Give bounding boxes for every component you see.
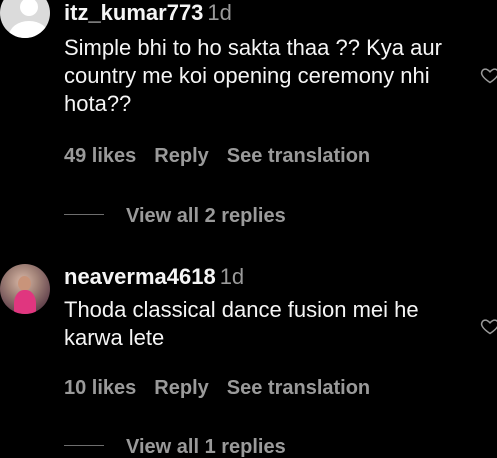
comment-header: neaverma4618 1d: [64, 265, 244, 289]
avatar[interactable]: [0, 264, 50, 314]
reply-button[interactable]: Reply: [154, 377, 208, 399]
user-photo-avatar: [18, 276, 31, 291]
see-translation-button[interactable]: See translation: [227, 377, 370, 399]
view-replies-button[interactable]: View all 1 replies: [64, 436, 286, 458]
username[interactable]: neaverma4618: [64, 264, 216, 289]
likes-count[interactable]: 10 likes: [64, 377, 136, 399]
comment-actions: 10 likes Reply See translation: [64, 377, 388, 399]
view-replies-label: View all 1 replies: [126, 436, 286, 458]
timestamp: 1d: [219, 264, 245, 289]
heart-outline-icon[interactable]: [480, 316, 497, 336]
replies-divider: [64, 445, 104, 447]
comment-item: neaverma4618 1d Thoda classical dance fus…: [0, 0, 497, 458]
comment-text: Thoda classical dance fusion mei he karw…: [64, 297, 419, 350]
